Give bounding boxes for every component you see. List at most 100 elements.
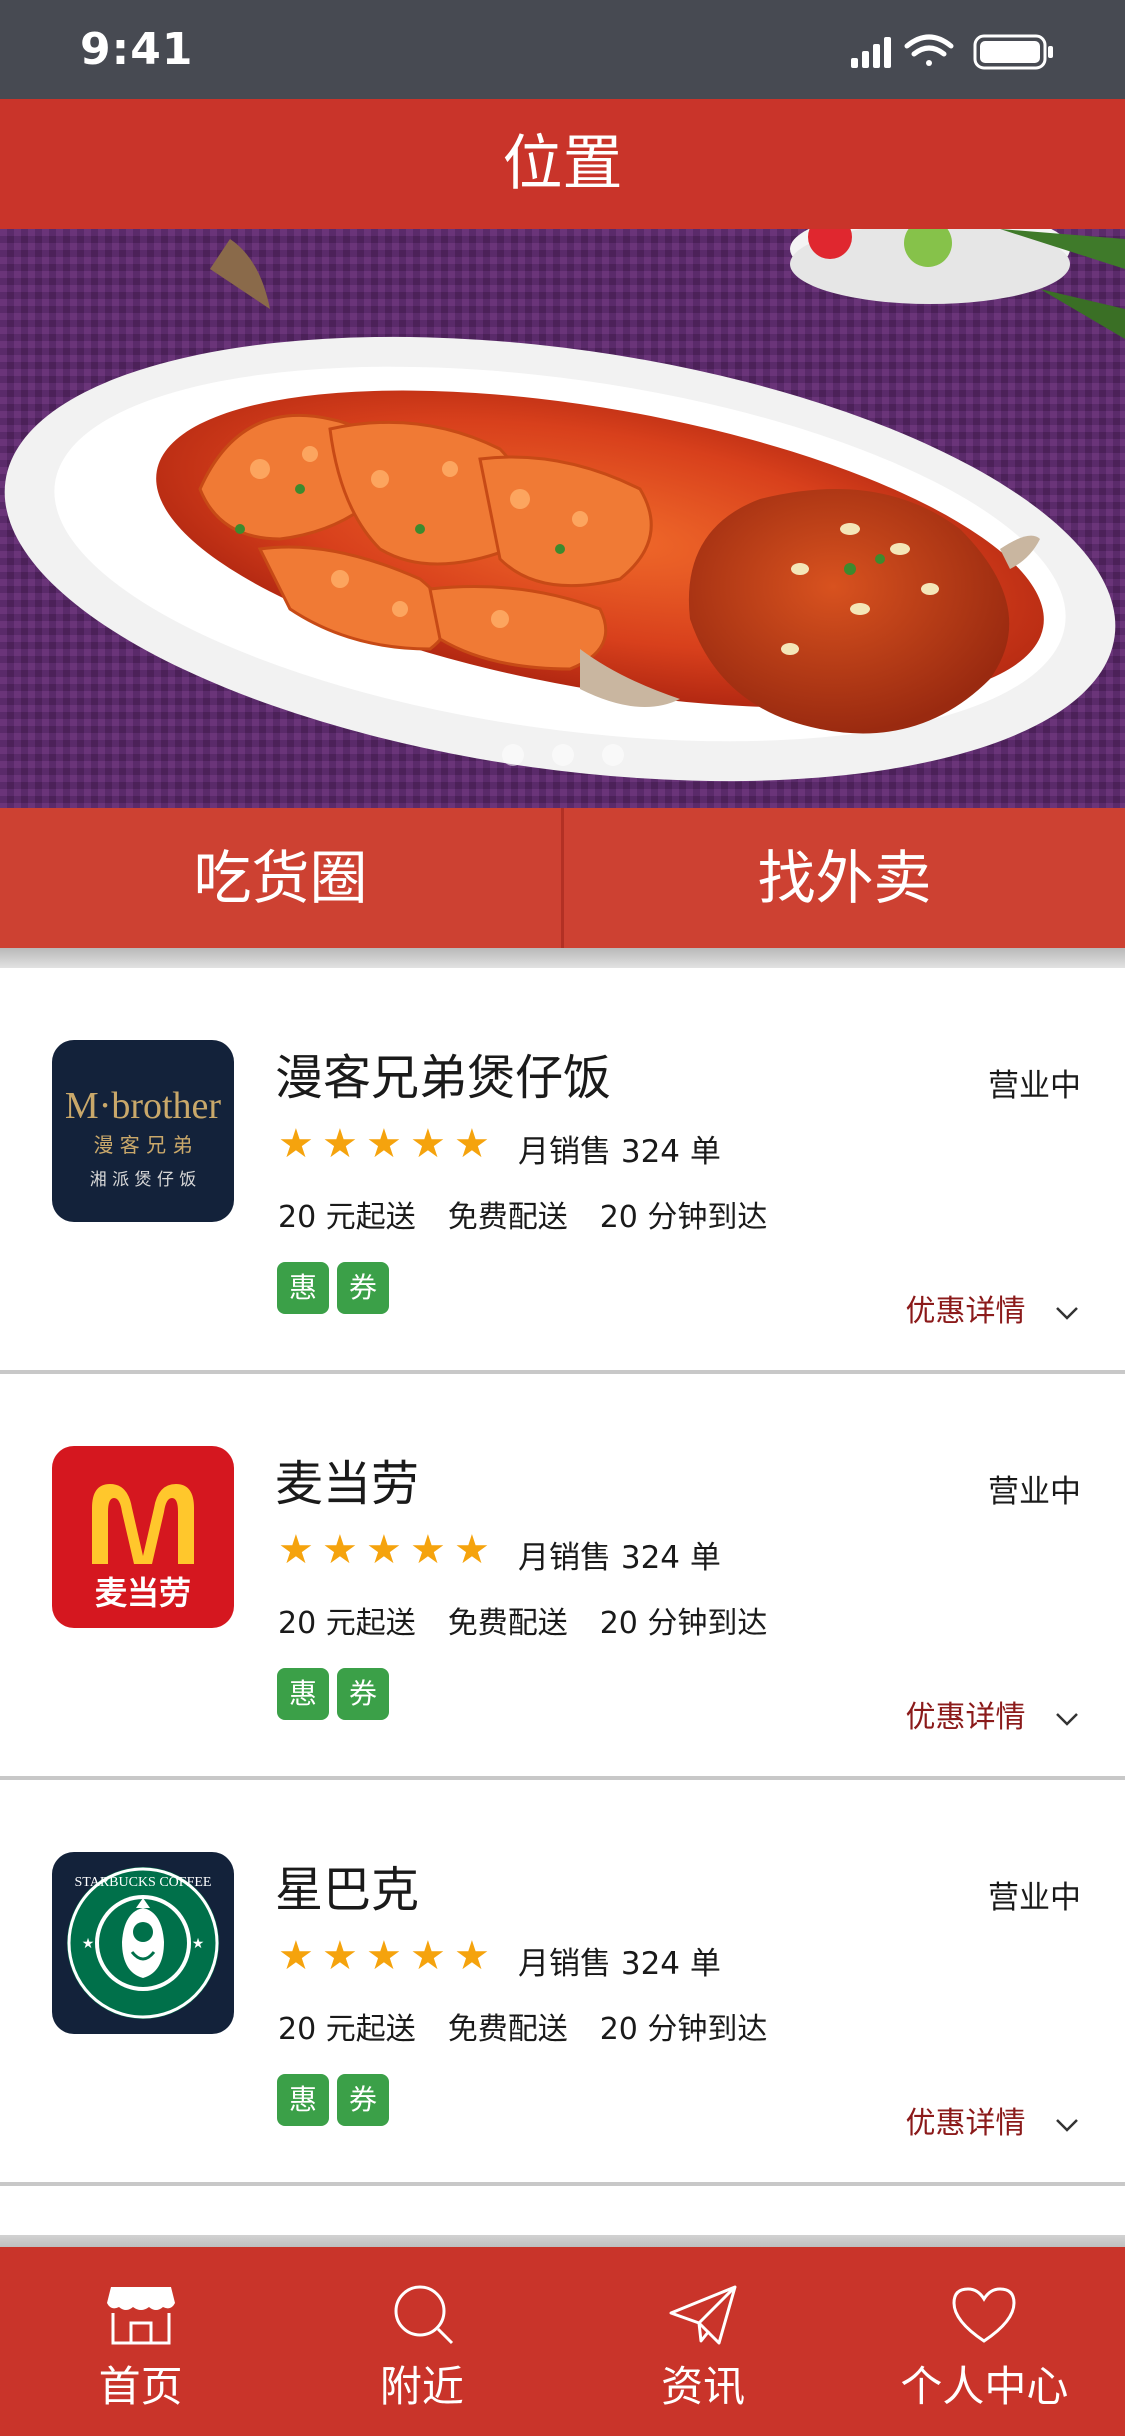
rating-stars: ★ ★ ★ ★ ★ [278,1933,498,1979]
rating-stars: ★ ★ ★ ★ ★ [278,1527,498,1573]
coupon-badge: 券 [337,1262,389,1314]
delivery-time: 20 分钟到达 [599,1200,768,1235]
star-icon: ★ [410,1527,446,1573]
restaurant-name: 漫客兄弟煲仔饭 [275,1050,612,1106]
tab-news[interactable]: 资讯 [563,2247,844,2436]
coupon-badge: 券 [337,2074,389,2126]
discount-badge: 惠 [277,1668,329,1720]
svg-text:漫 客 兄 弟: 漫 客 兄 弟 [93,1133,192,1157]
delivery-time: 20 分钟到达 [599,1606,768,1641]
restaurant-card[interactable]: STARBUCKS COFFEE ★ ★ 星巴克 营业中 ★ ★ ★ ★ ★ 月销售 3… [0,1780,1125,2186]
carousel-dot[interactable] [551,744,574,766]
tab-home[interactable]: 首页 [0,2247,281,2436]
delivery-info: 20 元起送 免费配送 20 分钟到达 [278,1192,799,1236]
promo-label: 优惠详情 [905,1294,1026,1329]
tab-nearby[interactable]: 附近 [281,2247,562,2436]
star-icon: ★ [322,1933,358,1979]
page-title: 位置 [502,129,623,199]
chevron-down-icon [1056,1712,1078,1726]
star-icon: ★ [454,1527,490,1573]
svg-text:★: ★ [82,1936,95,1952]
badges: 惠券 [277,2074,397,2126]
delivery-time: 20 分钟到达 [599,2012,768,2047]
wifi-icon [904,34,954,66]
coupon-badge: 券 [337,1668,389,1720]
star-icon: ★ [454,1121,490,1167]
tab-label: 首页 [98,2362,183,2411]
foodie-circle-button[interactable]: 吃货圈 [0,808,561,948]
tab-label: 附近 [379,2362,464,2411]
delivery-fee: 免费配送 [447,1200,568,1235]
status-icons [851,34,1053,70]
open-status: 营业中 [988,1068,1081,1104]
status-time: 9:41 [80,24,194,75]
carousel-dot[interactable] [501,744,524,766]
action-bar: 吃货圈 找外卖 [0,808,1125,948]
banner-carousel[interactable] [0,229,1125,808]
star-icon: ★ [278,1933,314,1979]
restaurant-name: 麦当劳 [275,1456,420,1512]
header: 位置 [0,99,1125,229]
open-status: 营业中 [988,1474,1081,1510]
restaurant-list: M·brother 漫 客 兄 弟 湘 派 煲 仔 饭 漫客兄弟煲仔饭 营业中 … [0,968,1125,2186]
star-icon: ★ [366,1121,402,1167]
chevron-down-icon [1056,1306,1078,1320]
tab-bar: 首页 附近 资讯 个人中心 [0,2247,1125,2436]
star-icon: ★ [454,1933,490,1979]
starbucks-logo: STARBUCKS COFFEE ★ ★ [52,1852,234,2034]
star-icon: ★ [410,1933,446,1979]
monthly-sales: 月销售 324 单 [518,1946,721,1982]
promo-details-link[interactable]: 优惠详情 [905,1692,1081,1736]
monthly-sales: 月销售 324 单 [518,1134,721,1170]
carousel-dot[interactable] [601,744,624,766]
delivery-info: 20 元起送 免费配送 20 分钟到达 [278,2004,799,2048]
divider [0,948,1125,968]
carousel-dots [0,744,1125,770]
store-icon [106,2287,175,2345]
signal-icon [851,37,891,68]
restaurant-card[interactable]: M·brother 漫 客 兄 弟 湘 派 煲 仔 饭 漫客兄弟煲仔饭 营业中 … [0,968,1125,1374]
discount-badge: 惠 [277,1262,329,1314]
star-icon: ★ [278,1121,314,1167]
mcdonalds-logo: 麦当劳 [52,1446,234,1628]
find-takeout-button[interactable]: 找外卖 [564,808,1125,948]
badges: 惠券 [277,1668,397,1720]
search-icon [394,2285,453,2345]
badges: 惠券 [277,1262,397,1314]
delivery-info: 20 元起送 免费配送 20 分钟到达 [278,1598,799,1642]
delivery-fee: 免费配送 [447,2012,568,2047]
battery-icon [973,34,1053,70]
svg-text:M·brother: M·brother [65,1085,222,1127]
starbucks-logo-text: STARBUCKS COFFEE [75,1875,212,1890]
delivery-fee: 免费配送 [447,1606,568,1641]
svg-text:湘 派 煲 仔 饭: 湘 派 煲 仔 饭 [90,1170,197,1190]
tab-label: 个人中心 [900,2362,1069,2411]
rating-stars: ★ ★ ★ ★ ★ [278,1121,498,1167]
paper-plane-icon [669,2285,737,2345]
star-icon: ★ [410,1121,446,1167]
svg-text:★: ★ [192,1936,205,1952]
banner-image [0,229,1125,808]
promo-details-link[interactable]: 优惠详情 [905,2098,1081,2142]
restaurant-card[interactable]: 麦当劳 麦当劳 营业中 ★ ★ ★ ★ ★ 月销售 324 单 20 元起送 免费配送 20… [0,1374,1125,1780]
star-icon: ★ [322,1121,358,1167]
restaurant-name: 星巴克 [275,1862,420,1918]
star-icon: ★ [322,1527,358,1573]
divider [0,2235,1125,2247]
star-icon: ★ [366,1527,402,1573]
tab-profile[interactable]: 个人中心 [844,2247,1125,2436]
star-icon: ★ [366,1933,402,1979]
tab-label: 资讯 [661,2362,746,2411]
chevron-down-icon [1056,2118,1078,2132]
promo-details-link[interactable]: 优惠详情 [905,1286,1081,1330]
open-status: 营业中 [988,1880,1081,1916]
heart-icon [952,2287,1016,2343]
min-order: 20 元起送 [278,1200,416,1235]
promo-label: 优惠详情 [905,2106,1026,2141]
discount-badge: 惠 [277,2074,329,2126]
min-order: 20 元起送 [278,1606,416,1641]
svg-text:麦当劳: 麦当劳 [95,1574,191,1612]
monthly-sales: 月销售 324 单 [518,1540,721,1576]
min-order: 20 元起送 [278,2012,416,2047]
promo-label: 优惠详情 [905,1700,1026,1735]
